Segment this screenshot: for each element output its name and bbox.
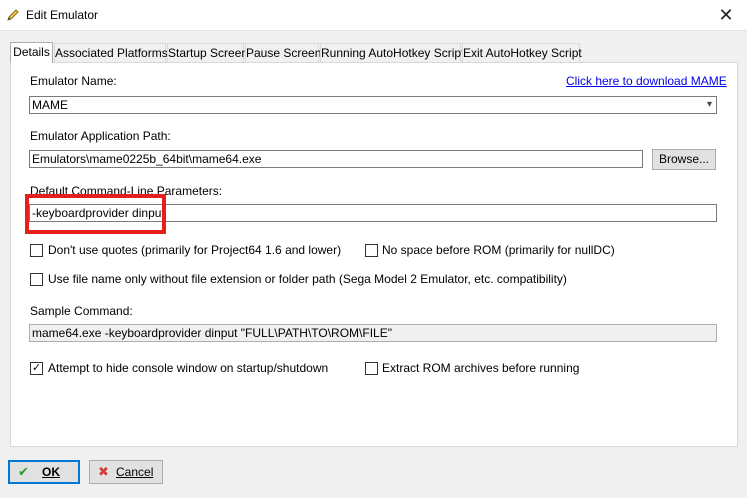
cancel-button[interactable]: ✖ Cancel: [89, 460, 163, 484]
browse-button[interactable]: Browse...: [652, 149, 716, 170]
no-space-label: No space before ROM (primarily for nullD…: [382, 243, 615, 257]
hide-console-checkbox[interactable]: ✓: [30, 362, 43, 375]
pencil-icon: [7, 9, 19, 21]
app-path-label: Emulator Application Path:: [30, 129, 171, 143]
app-path-value: Emulators\mame0225b_64bit\mame64.exe: [32, 152, 262, 166]
tab-associated-platforms[interactable]: Associated Platforms: [54, 43, 168, 62]
tab-running-autohotkey-script[interactable]: Running AutoHotkey Script: [320, 43, 464, 62]
cmd-params-input[interactable]: -keyboardprovider dinput: [29, 204, 717, 222]
x-icon: ✖: [98, 464, 109, 479]
close-icon: ✕: [718, 5, 734, 25]
check-icon: ✔: [18, 464, 29, 479]
sample-command-field: mame64.exe -keyboardprovider dinput "FUL…: [29, 324, 717, 342]
sample-command-label: Sample Command:: [30, 304, 133, 318]
extract-rom-checkbox[interactable]: [365, 362, 378, 375]
ok-button[interactable]: ✔ OK: [8, 460, 80, 484]
file-name-only-label: Use file name only without file extensio…: [48, 272, 567, 286]
close-button[interactable]: ✕: [711, 4, 741, 26]
hide-console-label: Attempt to hide console window on startu…: [48, 361, 329, 375]
sample-command-value: mame64.exe -keyboardprovider dinput "FUL…: [32, 326, 392, 340]
no-space-checkbox[interactable]: [365, 244, 378, 257]
emulator-name-value: MAME: [32, 98, 68, 112]
download-mame-link[interactable]: Click here to download MAME: [566, 74, 727, 88]
chevron-down-icon: ▾: [706, 99, 712, 110]
cmd-params-label: Default Command-Line Parameters:: [30, 184, 223, 198]
tab-exit-autohotkey-script[interactable]: Exit AutoHotkey Script: [462, 43, 582, 62]
extract-rom-label: Extract ROM archives before running: [382, 361, 580, 375]
cancel-label: Cancel: [116, 465, 154, 479]
checkmark-icon: ✓: [31, 362, 42, 374]
cmd-params-value: -keyboardprovider dinput: [32, 206, 165, 220]
emulator-name-select[interactable]: MAME ▾: [29, 96, 717, 114]
emulator-name-label: Emulator Name:: [30, 74, 117, 88]
tab-details[interactable]: Details: [10, 42, 53, 63]
window-title: Edit Emulator: [26, 8, 99, 22]
app-path-input[interactable]: Emulators\mame0225b_64bit\mame64.exe: [29, 150, 643, 168]
no-quotes-label: Don't use quotes (primarily for Project6…: [48, 243, 342, 257]
file-name-only-checkbox[interactable]: [30, 273, 43, 286]
title-bar: Edit Emulator ✕: [0, 0, 747, 31]
tab-pause-screen[interactable]: Pause Screen: [245, 43, 321, 62]
tab-startup-screen[interactable]: Startup Screen: [167, 43, 248, 62]
ok-label: OK: [42, 465, 60, 479]
no-quotes-checkbox[interactable]: [30, 244, 43, 257]
